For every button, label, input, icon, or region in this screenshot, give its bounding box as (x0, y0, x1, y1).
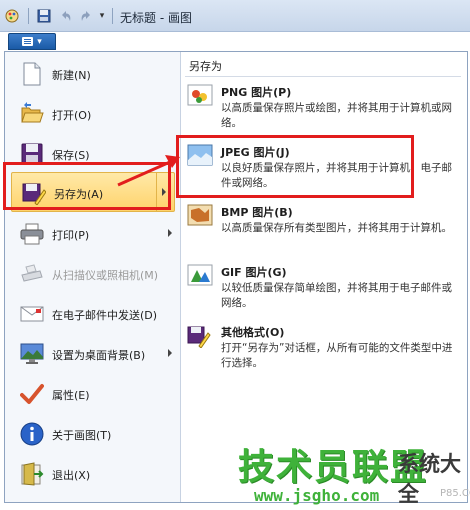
watermark-faint-text: P85.COM (440, 488, 470, 499)
annotation-arrow (117, 155, 180, 187)
watermark-subtitle: 系统大全 (398, 452, 461, 506)
site-watermark: 技术员联盟 系统大全 www.jsgho.com P85.COM (232, 438, 470, 508)
watermark-url: www.jsgho.com (254, 486, 380, 505)
